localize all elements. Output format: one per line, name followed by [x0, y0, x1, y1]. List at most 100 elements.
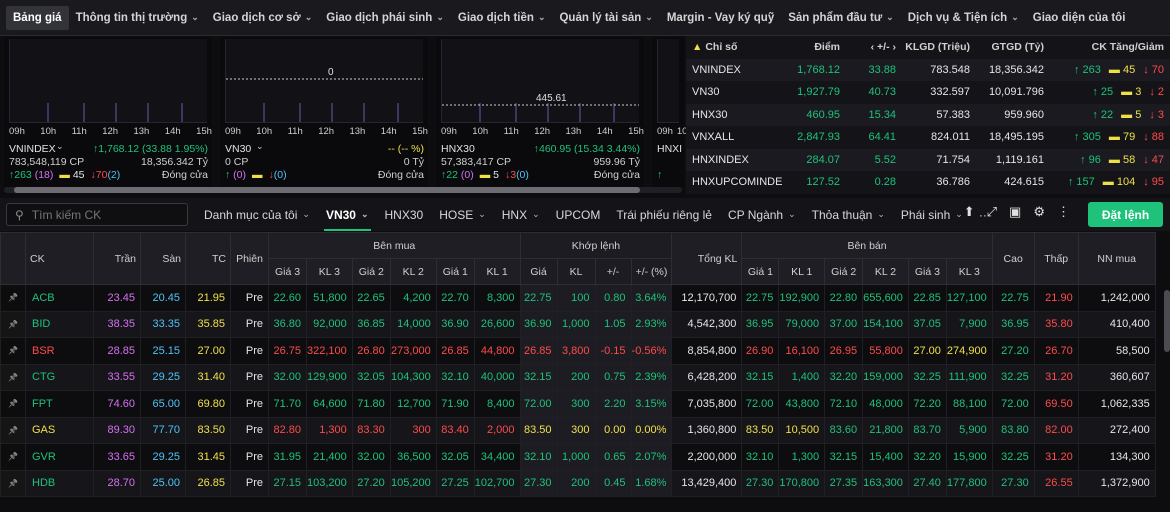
- chevron-down-icon[interactable]: ⌄: [56, 141, 64, 152]
- tab-label: HOSE: [439, 207, 474, 222]
- chart-value: 0 Tỷ: [403, 156, 424, 168]
- nav-item[interactable]: Quản lý tài sản ⌄: [552, 6, 659, 30]
- scroll-top-icon[interactable]: ⬆: [964, 204, 975, 220]
- ask-volume: 10,500: [778, 416, 826, 444]
- pin-icon[interactable]: 📌: [0, 363, 26, 391]
- nav-item[interactable]: Bảng giá: [6, 5, 69, 30]
- chevron-down-icon: ⌄: [537, 12, 546, 22]
- time-tick: 12h: [318, 126, 335, 137]
- search-input[interactable]: [31, 207, 172, 222]
- board-tab[interactable]: Thỏa thuận ⌄: [804, 198, 893, 231]
- index-row[interactable]: HNX30 460.95 15.34 57.383 959.960 ↑ 22 ▬ 5 ↓ 3: [686, 103, 1170, 126]
- index-row[interactable]: VN30 1,927.79 40.73 332.597 10,091.796 ↑ 25 ▬ …: [686, 81, 1170, 104]
- header-ck[interactable]: CK: [25, 232, 94, 285]
- chart-index-change: ↑460.95 (15.34 3.44%): [533, 143, 640, 155]
- nav-item[interactable]: Thông tin thị trường ⌄: [69, 6, 206, 30]
- header-ceiling[interactable]: Trần: [93, 232, 141, 285]
- table-row[interactable]: 📌 CTG 33.55 29.25 31.40 Pre 32.00 129,900 32.05 1…: [0, 363, 1156, 391]
- table-row[interactable]: 📌 ACB 23.45 20.45 21.95 Pre 22.60 51,800 22.65 4,…: [0, 284, 1156, 312]
- vertical-scrollbar[interactable]: [1164, 290, 1170, 352]
- stock-symbol[interactable]: BID: [25, 310, 94, 338]
- arrow-left-icon[interactable]: ‹: [871, 41, 875, 53]
- board-tab[interactable]: HNX ⌄: [494, 198, 548, 231]
- index-row[interactable]: VNXALL 2,847.93 64.41 824.011 18,495.195 ↑ 30…: [686, 126, 1170, 149]
- pin-icon[interactable]: 📌: [0, 310, 26, 338]
- stock-symbol[interactable]: ACB: [25, 284, 94, 312]
- index-chart-card[interactable]: 0 09h 10h 11h 12h 13h 14h 15h VN30 ⌄ -- (-- %) 0 C…: [220, 37, 428, 187]
- board-tab[interactable]: HOSE ⌄: [431, 198, 494, 231]
- header-reference[interactable]: TC: [185, 232, 231, 285]
- expand-icon[interactable]: ⤢: [987, 204, 997, 220]
- header-change[interactable]: ‹ +/- ›: [840, 41, 896, 53]
- index-chart-card[interactable]: 09h 10h HNXI ↑: [652, 37, 693, 187]
- nav-item[interactable]: Giao diện của tôi: [1026, 6, 1133, 30]
- board-toolbar: ⚲ Danh mục của tôi ⌄ VN30 ⌄ HNX30 HOSE ⌄ HNX ⌄ UP…: [0, 198, 1170, 231]
- stock-symbol[interactable]: HDB: [25, 469, 94, 497]
- header-total-volume[interactable]: Tổng KL: [671, 232, 743, 285]
- header-floor[interactable]: Sàn: [140, 232, 186, 285]
- header-point[interactable]: Điểm: [786, 41, 840, 53]
- index-row[interactable]: HNXINDEX 284.07 5.52 71.754 1,119.161 ↑ 96 ▬ 5…: [686, 148, 1170, 171]
- decliners: ↓70(2): [90, 169, 121, 181]
- pin-icon[interactable]: 📌: [0, 416, 26, 444]
- header-index-name[interactable]: ▲ Chỉ số: [686, 41, 786, 53]
- place-order-button[interactable]: Đặt lệnh: [1088, 202, 1163, 227]
- nav-item[interactable]: Margin - Vay ký quỹ: [660, 6, 781, 30]
- horizontal-scrollbar[interactable]: [4, 187, 682, 193]
- table-row[interactable]: 📌 BSR 28.85 25.15 27.00 Pre 26.75 322,100 26.80 2…: [0, 337, 1156, 365]
- pin-icon[interactable]: 📌: [0, 284, 26, 312]
- match-volume: 300: [556, 390, 596, 418]
- index-chart-card[interactable]: 445.61 09h 10h 11h 12h 13h 14h 15h HNX30 ↑460.95 …: [436, 37, 644, 187]
- match-change: 0.80: [594, 284, 632, 312]
- header-high[interactable]: Cao: [991, 232, 1035, 285]
- stock-symbol[interactable]: GVR: [25, 443, 94, 471]
- table-row[interactable]: 📌 GAS 89.30 77.70 83.50 Pre 82.80 1,300 83.30 300…: [0, 416, 1156, 444]
- index-chart-card[interactable]: 09h 10h 11h 12h 13h 14h 15h VNINDEX ⌄ ↑1,768.12 …: [4, 37, 212, 187]
- board-tab[interactable]: CP Ngành ⌄: [720, 198, 804, 231]
- bid-price: 83.40: [435, 416, 475, 444]
- gear-icon[interactable]: ⚙: [1033, 204, 1045, 220]
- index-row[interactable]: HNXUPCOMINDE 127.52 0.28 36.786 424.615 ↑ 157…: [686, 171, 1170, 194]
- index-row[interactable]: VNINDEX 1,768.12 33.88 783.548 18,356.342 ↑ 2…: [686, 58, 1170, 81]
- board-tab[interactable]: VN30 ⌄: [318, 198, 377, 231]
- pin-icon[interactable]: 📌: [0, 337, 26, 365]
- market-breadth: ↑22 (0) ▬ 5 ↓3(0): [441, 169, 529, 181]
- stock-symbol[interactable]: CTG: [25, 363, 94, 391]
- stock-symbol[interactable]: GAS: [25, 416, 94, 444]
- scrollbar-thumb[interactable]: [14, 187, 640, 193]
- board-tab[interactable]: HNX30: [377, 198, 432, 231]
- ask-price: 26.95: [824, 337, 864, 365]
- excel-export-icon[interactable]: ▣: [1009, 204, 1021, 220]
- chevron-down-icon[interactable]: ⌄: [256, 141, 264, 152]
- stock-search[interactable]: ⚲: [6, 203, 188, 226]
- bid-price: 71.80: [351, 390, 391, 418]
- more-vertical-icon[interactable]: ⋮: [1057, 204, 1070, 220]
- chevron-down-icon: ⌄: [191, 12, 199, 22]
- header-low[interactable]: Thấp: [1033, 232, 1079, 285]
- table-row[interactable]: 📌 BID 38.35 33.35 35.85 Pre 36.80 92,000 36.85 14…: [0, 310, 1156, 338]
- table-row[interactable]: 📌 GVR 33.65 29.25 31.45 Pre 31.95 21,400 32.00 36…: [0, 443, 1156, 471]
- board-tab[interactable]: Danh mục của tôi ⌄: [196, 198, 318, 231]
- table-row[interactable]: 📌 HDB 28.70 25.00 26.85 Pre 27.15 103,200 27.20 1…: [0, 469, 1156, 497]
- stock-symbol[interactable]: FPT: [25, 390, 94, 418]
- bid-volume: 14,000: [389, 310, 437, 338]
- pin-icon[interactable]: 📌: [0, 390, 26, 418]
- bid-price: 26.75: [268, 337, 307, 365]
- header-foreign-buy[interactable]: NN mua: [1077, 232, 1156, 285]
- nav-item[interactable]: Giao dịch cơ sở ⌄: [206, 6, 319, 30]
- pin-icon[interactable]: 📌: [0, 443, 26, 471]
- table-row[interactable]: 📌 FPT 74.60 65.00 69.80 Pre 71.70 64,600 71.80 12…: [0, 390, 1156, 418]
- nav-item[interactable]: Giao dịch tiền ⌄: [451, 6, 553, 30]
- chart-value: 959.96 Tỷ: [593, 156, 640, 168]
- board-tab[interactable]: Trái phiếu riêng lẻ: [608, 198, 720, 231]
- stock-symbol[interactable]: BSR: [25, 337, 94, 365]
- ask-price: 83.70: [907, 416, 947, 444]
- nav-item[interactable]: Giao dịch phái sinh ⌄: [319, 6, 451, 30]
- board-tab[interactable]: Phái sinh ⌄: [893, 198, 971, 231]
- pin-icon[interactable]: 📌: [0, 469, 26, 497]
- board-tab[interactable]: UPCOM: [548, 198, 609, 231]
- floor-price: 65.00: [140, 390, 186, 418]
- index-change: 5.52: [874, 153, 896, 166]
- nav-item[interactable]: Sản phẩm đầu tư ⌄: [781, 6, 901, 30]
- nav-item[interactable]: Dịch vụ & Tiện ích ⌄: [901, 6, 1026, 30]
